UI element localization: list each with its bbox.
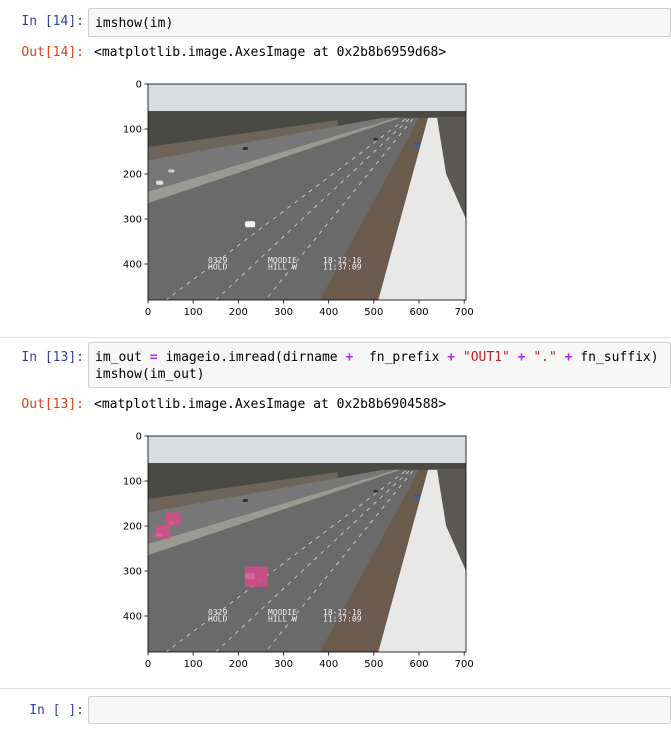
plot-svg: 0329HOLDMOODIEHILL W18-12-1611:37:090 100… (123, 432, 474, 671)
camera-overlay-text: 11:37:09 (323, 614, 362, 623)
image-plot-1: 0329 HOLD MOODIE HILL W 18-12-16 11:37:09 0 100… (88, 75, 488, 325)
plot-svg: 0329HOLDMOODIEHILL W18-12-1611:37:090 100… (123, 80, 474, 319)
code-input[interactable]: im_out = imageio.imread(dirname + fn_pre… (88, 342, 671, 388)
road-sign (414, 142, 421, 146)
output-text: <matplotlib.image.AxesImage at 0x2b8b695… (94, 45, 447, 60)
output-text: <matplotlib.image.AxesImage at 0x2b8b690… (94, 397, 447, 412)
x-tick-label: 0 (145, 307, 151, 318)
code-operator: + (447, 350, 456, 365)
code-token: imageio.imread(dirname (157, 350, 346, 365)
y-tick-label: 300 (123, 567, 142, 578)
code-input-empty[interactable] (88, 696, 671, 724)
camera-overlay-text: 11:37:09 (323, 262, 362, 271)
vehicle (373, 490, 378, 493)
x-tick-label: 300 (274, 659, 293, 670)
x-tick-label: 400 (319, 307, 338, 318)
y-tick-label: 200 (123, 522, 142, 533)
cell-divider (0, 337, 671, 338)
code-token: fn_prefix (353, 350, 448, 365)
x-tick-label: 100 (184, 307, 203, 318)
code-token: im_out (95, 350, 150, 365)
vehicle (245, 221, 256, 228)
input-prompt: In [13]: (21, 350, 84, 365)
x-tick-label: 0 (145, 659, 151, 670)
road-sign (414, 494, 421, 498)
camera-overlay-text: HILL W (268, 262, 297, 271)
y-tick-label: 200 (123, 170, 142, 181)
code-string: "." (533, 350, 557, 365)
detection-box (166, 512, 181, 526)
detection-box (245, 566, 268, 587)
code-line-2: imshow(im_out) (95, 367, 205, 382)
camera-overlay-text: HILL W (268, 614, 297, 623)
x-tick-label: 100 (184, 659, 203, 670)
x-tick-label: 500 (364, 307, 383, 318)
code-token: fn_suffix) (572, 350, 659, 365)
code-text: im_out = imageio.imread(dirname + fn_pre… (95, 350, 659, 365)
cell-divider (0, 688, 671, 689)
y-tick-label: 300 (123, 215, 142, 226)
code-input[interactable]: imshow(im) (88, 8, 671, 37)
x-tick-label: 200 (229, 307, 248, 318)
camera-overlay-text: HOLD (208, 614, 227, 623)
sky (148, 84, 466, 111)
detection-box (154, 526, 171, 539)
vehicle (242, 499, 248, 502)
y-tick-label: 0 (136, 432, 142, 443)
y-tick-label: 100 (123, 477, 142, 488)
code-line: imshow(im) (95, 16, 174, 31)
code-line-1: im_out = imageio.imread(dirname + fn_pre… (95, 349, 664, 366)
y-tick-label: 100 (123, 125, 142, 136)
y-tick-label: 0 (136, 80, 142, 91)
input-prompt: In [ ]: (29, 703, 84, 718)
x-tick-label: 700 (455, 307, 474, 318)
sky (148, 436, 466, 463)
x-tick-label: 200 (229, 659, 248, 670)
x-tick-label: 500 (364, 659, 383, 670)
x-tick-label: 600 (409, 307, 428, 318)
y-tick-label: 400 (123, 612, 142, 623)
code-operator: + (517, 350, 526, 365)
x-tick-label: 300 (274, 307, 293, 318)
camera-overlay-text: HOLD (208, 262, 227, 271)
code-operator: = (149, 350, 158, 365)
x-tick-label: 400 (319, 659, 338, 670)
vehicle (373, 138, 378, 141)
code-string: "OUT1" (462, 350, 510, 365)
image-plot-2: 0329 HOLD MOODIE HILL W 18-12-16 11:37:09 0 100… (88, 427, 488, 677)
output-prompt: Out[13]: (21, 397, 84, 412)
x-tick-label: 600 (409, 659, 428, 670)
vehicle (242, 147, 248, 150)
y-tick-label: 400 (123, 260, 142, 271)
vehicle (156, 180, 164, 185)
input-prompt: In [14]: (21, 14, 84, 29)
vehicle (168, 169, 175, 173)
x-tick-label: 700 (455, 659, 474, 670)
output-prompt: Out[14]: (21, 45, 84, 60)
